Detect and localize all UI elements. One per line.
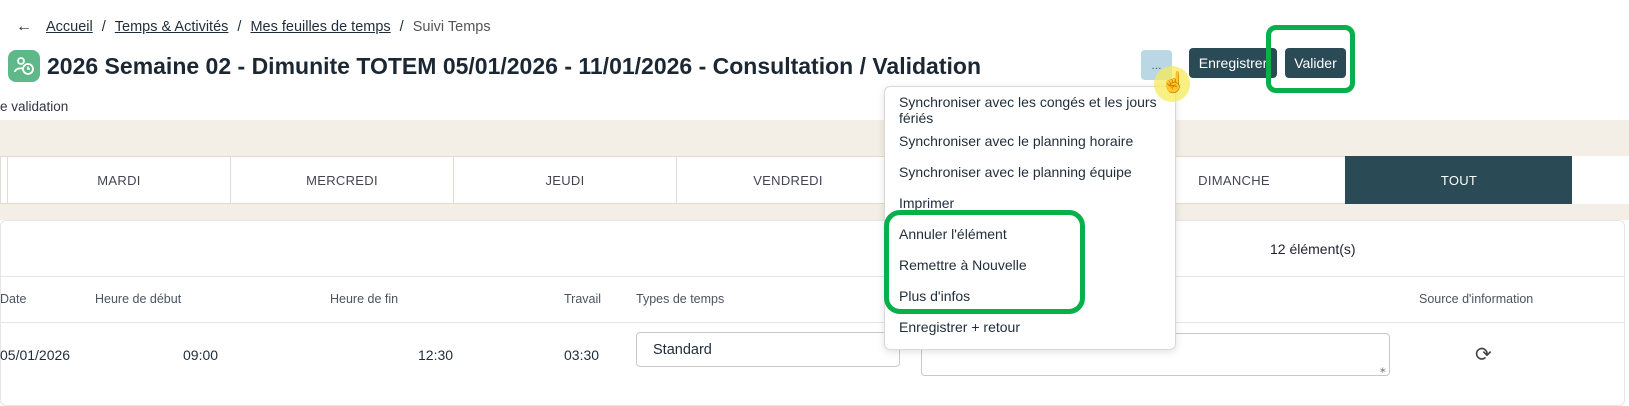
validate-highlight-box xyxy=(1266,25,1355,93)
menu-item-sync-planning-equipe[interactable]: Synchroniser avec le planning équipe xyxy=(899,164,1161,180)
breadcrumb-temps-activites[interactable]: Temps & Activités xyxy=(115,19,229,35)
column-header-end[interactable]: Heure de fin xyxy=(330,292,398,306)
timesheet-table-card xyxy=(0,220,1625,406)
tab-vendredi[interactable]: VENDREDI xyxy=(676,156,899,204)
day-tabs: MARDI MERCREDI JEUDI VENDREDI DIMANCHE T… xyxy=(0,156,1572,204)
divider xyxy=(0,276,1625,277)
breadcrumb-separator: / xyxy=(399,19,404,35)
time-type-select[interactable]: Standard xyxy=(636,332,900,367)
tab-tout[interactable]: TOUT xyxy=(1345,156,1572,204)
page-subtitle: e validation xyxy=(0,99,69,114)
item-count: 12 élément(s) xyxy=(1270,241,1356,257)
menu-item-sync-conges[interactable]: Synchroniser avec les congés et les jour… xyxy=(899,94,1161,126)
arrow-left-icon[interactable]: ← xyxy=(16,18,32,36)
column-header-source[interactable]: Source d'information xyxy=(1419,292,1533,306)
menu-item-enregistrer-retour[interactable]: Enregistrer + retour xyxy=(899,319,1161,335)
cell-start-time[interactable]: 09:00 xyxy=(183,347,218,363)
tab-mercredi[interactable]: MERCREDI xyxy=(230,156,453,204)
time-type-value: Standard xyxy=(653,341,712,358)
column-header-start[interactable]: Heure de début xyxy=(95,292,181,306)
toolbar-band xyxy=(0,120,1629,156)
tab-mardi[interactable]: MARDI xyxy=(7,156,230,204)
breadcrumb-current: Suivi Temps xyxy=(412,19,491,35)
breadcrumb: ← Accueil / Temps & Activités / Mes feui… xyxy=(16,17,491,37)
people-clock-icon xyxy=(14,57,34,75)
divider xyxy=(0,322,1625,323)
hand-pointer-icon: ☝ xyxy=(1161,72,1186,94)
breadcrumb-separator: / xyxy=(101,19,106,35)
tab-lundi[interactable] xyxy=(0,156,7,204)
breadcrumb-accueil[interactable]: Accueil xyxy=(46,19,93,35)
column-header-date[interactable]: Date xyxy=(0,292,26,306)
cell-work-duration: 03:30 xyxy=(564,347,600,363)
cell-end-time[interactable]: 12:30 xyxy=(418,347,453,363)
menu-item-imprimer[interactable]: Imprimer xyxy=(899,195,1161,211)
timesheet-app-icon xyxy=(8,50,40,82)
column-header-time-type[interactable]: Types de temps xyxy=(636,292,724,306)
save-button[interactable]: Enregistrer xyxy=(1189,48,1277,78)
breadcrumb-feuilles-de-temps[interactable]: Mes feuilles de temps xyxy=(250,19,390,35)
resize-handle-icon[interactable]: ∗ xyxy=(1379,365,1387,376)
tab-jeudi[interactable]: JEUDI xyxy=(453,156,676,204)
breadcrumb-separator: / xyxy=(237,19,242,35)
menu-highlight-box xyxy=(884,210,1085,314)
sync-icon[interactable]: ⟳ xyxy=(1475,342,1492,367)
column-header-work[interactable]: Travail xyxy=(564,292,601,306)
page-title: 2026 Semaine 02 - Dimunite TOTEM 05/01/2… xyxy=(47,53,981,79)
section-band xyxy=(0,204,1629,220)
menu-item-sync-planning-horaire[interactable]: Synchroniser avec le planning horaire xyxy=(899,133,1161,149)
cell-date: 05/01/2026 xyxy=(0,347,71,363)
